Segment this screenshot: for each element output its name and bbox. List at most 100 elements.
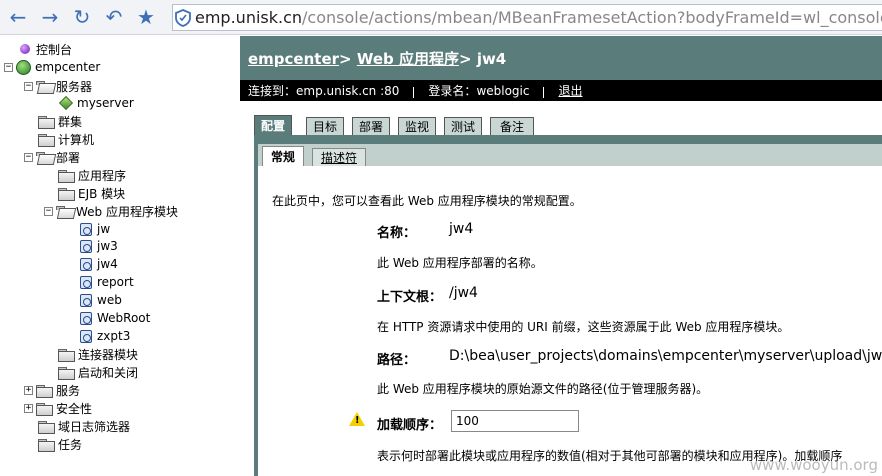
forward-arrow-icon[interactable]: → xyxy=(34,2,66,32)
address-bar[interactable]: emp.unisk.cn/console/actions/mbean/MBean… xyxy=(172,4,882,31)
tree-item-cluster[interactable]: 群集 xyxy=(38,112,82,130)
user-value: weblogic xyxy=(476,83,530,98)
tab-notes[interactable]: 备注 xyxy=(490,117,534,135)
webapp-icon xyxy=(80,275,92,289)
tree-label: myserver xyxy=(77,96,134,110)
url-text: emp.unisk.cn/console/actions/mbean/MBean… xyxy=(195,8,882,27)
tree-item-webmods[interactable]: − Web 应用程序模块 xyxy=(44,202,178,220)
undo-icon[interactable]: ↶ xyxy=(98,2,130,32)
folder-open-icon xyxy=(36,80,52,92)
tree-item-webapp[interactable]: jw4 xyxy=(80,255,118,273)
collapse-icon[interactable]: − xyxy=(44,206,53,216)
tree-label: zxpt3 xyxy=(97,329,131,343)
context-root-value: /jw4 xyxy=(449,285,478,301)
tab-deploy[interactable]: 部署 xyxy=(352,117,390,135)
tree-label: empcenter xyxy=(35,60,101,74)
tree-label: web xyxy=(97,293,122,307)
tab-config[interactable]: 配置 xyxy=(254,115,292,135)
tab-general[interactable]: 常规 xyxy=(262,146,304,166)
content-border xyxy=(254,144,258,476)
tree-item-servers[interactable]: − 服务器 xyxy=(24,77,92,95)
tree-label: jw4 xyxy=(97,257,118,271)
tree-item-services[interactable]: + 服务 xyxy=(24,381,80,399)
folder-icon xyxy=(38,115,55,129)
webapp-icon xyxy=(80,311,92,325)
collapse-icon[interactable]: − xyxy=(4,62,13,72)
tree-label: report xyxy=(97,275,134,289)
collapse-icon[interactable]: − xyxy=(24,81,33,91)
content-frame: empcenter> Web 应用程序> jw4 连接到： emp.unisk.… xyxy=(240,36,882,476)
path-value: D:\bea\user_projects\domains\empcenter\m… xyxy=(449,348,882,364)
intro-text: 在此页中，您可以查看此 Web 应用程序模块的常规配置。 xyxy=(272,194,582,208)
tree-label: 域日志筛选器 xyxy=(58,419,131,434)
tree-item-apps[interactable]: 应用程序 xyxy=(58,166,126,184)
folder-icon xyxy=(38,438,55,452)
expand-icon[interactable]: + xyxy=(24,385,33,395)
tree-item-webapp[interactable]: report xyxy=(80,273,134,291)
tree-item-webapp[interactable]: jw3 xyxy=(80,237,118,255)
tree-item-webapp[interactable]: web xyxy=(80,291,122,309)
back-arrow-icon[interactable]: ← xyxy=(2,2,34,32)
tree-item-domain[interactable]: − empcenter xyxy=(4,58,100,76)
name-description: 此 Web 应用程序部署的名称。 xyxy=(377,256,543,270)
tree-item-webapp[interactable]: WebRoot xyxy=(80,309,150,327)
star-icon[interactable]: ★ xyxy=(130,2,162,32)
tree-item-startup[interactable]: 启动和关闭 xyxy=(58,363,138,381)
folder-icon xyxy=(36,402,53,416)
breadcrumb-current: jw4 xyxy=(476,50,507,68)
navigation-tree: 控制台 − empcenter − 服务器 myserver 群集 计算机 − … xyxy=(0,36,240,476)
folder-icon xyxy=(58,187,75,201)
breadcrumb-domain-link[interactable]: empcenter xyxy=(248,50,339,68)
tab-test[interactable]: 测试 xyxy=(444,117,482,135)
main-tabs: 配置 目标 部署 监视 测试 备注 xyxy=(240,101,882,135)
breadcrumb-separator: > xyxy=(339,50,352,68)
tree-item-tasks[interactable]: 任务 xyxy=(38,435,82,453)
tree-label: 启动和关闭 xyxy=(78,365,139,380)
shield-icon xyxy=(175,7,191,29)
connected-label: 连接到： xyxy=(248,84,297,98)
name-label: 名称： xyxy=(377,226,417,241)
expand-icon[interactable]: + xyxy=(24,403,33,413)
tree-item-logfilter[interactable]: 域日志筛选器 xyxy=(38,417,130,435)
breadcrumb-webapps-link[interactable]: Web 应用程序 xyxy=(357,50,459,68)
tree-label: Web 应用程序模块 xyxy=(76,204,178,219)
tree-label: 安全性 xyxy=(56,401,93,416)
tree-item-ejb[interactable]: EJB 模块 xyxy=(58,184,125,202)
folder-icon xyxy=(38,133,55,147)
status-divider xyxy=(543,87,545,98)
tree-item-connectors[interactable]: 连接器模块 xyxy=(58,345,138,363)
name-value: jw4 xyxy=(449,221,474,237)
tree-label: 应用程序 xyxy=(78,168,127,183)
status-bar: 连接到： emp.unisk.cn :80 登录名： weblogic 退出 xyxy=(240,80,882,101)
webapp-icon xyxy=(80,222,92,236)
load-order-input[interactable] xyxy=(451,410,579,432)
folder-icon xyxy=(38,420,55,434)
tab-descriptor[interactable]: 描述符 xyxy=(312,148,366,166)
globe-icon xyxy=(16,59,31,75)
tree-item-security[interactable]: + 安全性 xyxy=(24,399,92,417)
load-order-label: 加载顺序： xyxy=(377,418,443,433)
tree-label: 任务 xyxy=(58,437,83,452)
folder-icon xyxy=(58,366,75,380)
folder-icon xyxy=(36,384,53,398)
status-divider xyxy=(413,87,415,98)
tree-item-webapp[interactable]: zxpt3 xyxy=(80,327,130,345)
tab-targets[interactable]: 目标 xyxy=(306,117,344,135)
tree-label: 连接器模块 xyxy=(78,347,139,362)
tree-item-myserver[interactable]: myserver xyxy=(58,94,134,112)
folder-open-icon xyxy=(36,151,52,163)
tree-item-console[interactable]: 控制台 xyxy=(20,40,72,58)
tree-item-webapp[interactable]: jw xyxy=(80,220,110,238)
refresh-icon[interactable]: ↻ xyxy=(66,2,98,32)
tree-label: 部署 xyxy=(56,150,81,165)
tree-item-machine[interactable]: 计算机 xyxy=(38,130,94,148)
watermark-text: www.wooyun.org xyxy=(749,456,878,474)
logout-link[interactable]: 退出 xyxy=(558,82,582,99)
tree-label: 计算机 xyxy=(58,132,95,147)
tree-item-deploy[interactable]: − 部署 xyxy=(24,148,80,166)
path-label: 路径： xyxy=(377,353,417,368)
tab-monitor[interactable]: 监视 xyxy=(398,117,436,135)
collapse-icon[interactable]: − xyxy=(24,152,33,162)
context-root-description: 在 HTTP 资源请求中使用的 URI 前缀，这些资源属于此 Web 应用程序模… xyxy=(377,320,790,334)
browser-toolbar: ← → ↻ ↶ ★ emp.unisk.cn/console/actions/m… xyxy=(0,0,882,35)
